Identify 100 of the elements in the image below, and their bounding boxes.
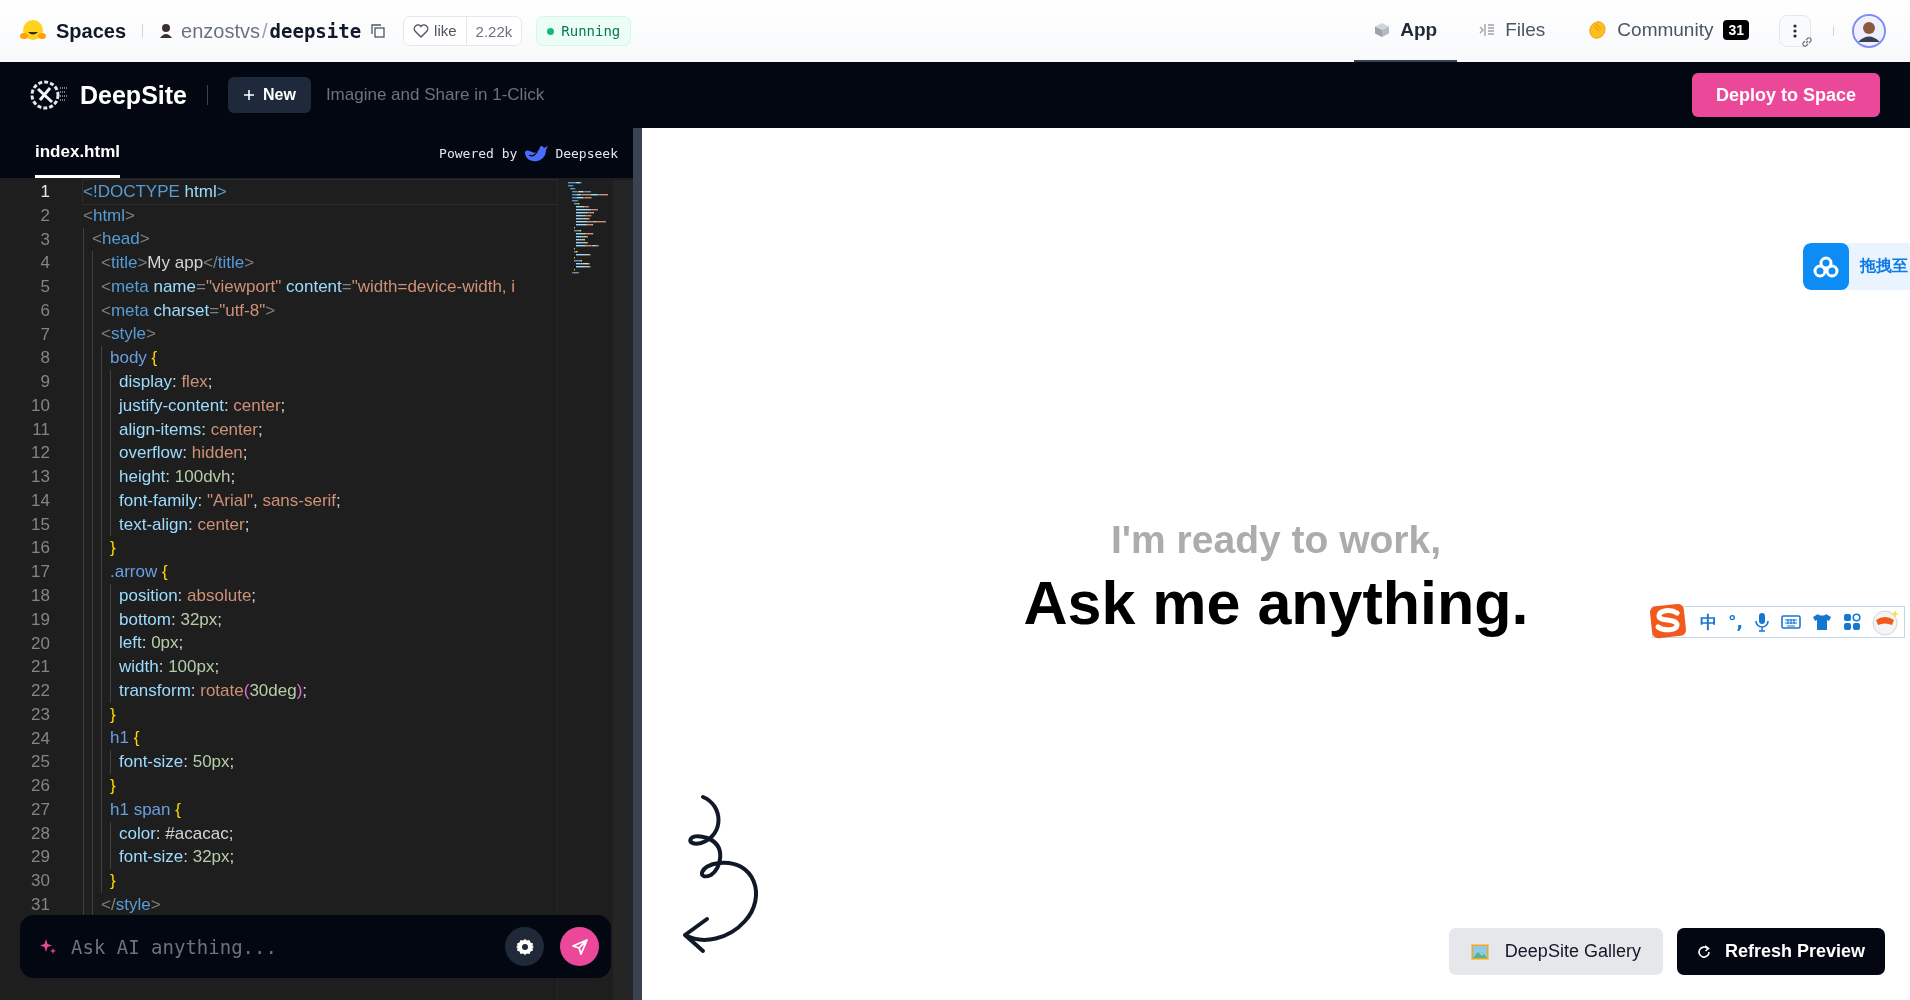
code-line: font-family: "Arial", sans-serif; (119, 489, 341, 512)
editor-scrollbar[interactable] (613, 180, 633, 1000)
line-number: 20 (30, 632, 50, 655)
code-line: <meta charset="utf-8"> (101, 299, 276, 322)
line-number: 14 (30, 489, 50, 512)
code-line: display: flex; (119, 371, 213, 393)
send-icon (570, 937, 589, 956)
line-number: 4 (39, 252, 50, 275)
line-number: 9 (39, 371, 50, 394)
grid-icon[interactable] (1843, 613, 1861, 631)
deploy-button[interactable]: Deploy to Space (1691, 73, 1880, 117)
line-number: 24 (30, 727, 50, 750)
drop-target-widget[interactable]: 拖拽至 (1803, 243, 1910, 290)
plus-icon (243, 89, 255, 101)
gallery-button[interactable]: DeepSite Gallery (1448, 928, 1663, 975)
code-line: } (110, 537, 116, 560)
cube-icon (1374, 22, 1391, 38)
send-button[interactable] (560, 927, 599, 966)
ime-toggle[interactable]: °, (1728, 612, 1743, 632)
code-line: font-size: 50px; (119, 751, 235, 774)
code-line: } (110, 703, 116, 726)
logo-icon (30, 80, 70, 110)
code-line: h1 span { (110, 798, 181, 821)
mascot-icon[interactable] (1872, 608, 1900, 636)
code-line: .arrow { (110, 561, 168, 584)
refresh-icon (1696, 944, 1711, 959)
tagline: Imagine and Share in 1-Click (325, 85, 545, 105)
line-number: 28 (30, 822, 50, 845)
line-number: 10 (30, 394, 50, 417)
code-line: body { (110, 347, 158, 370)
line-number: 31 (30, 893, 50, 916)
preview-subtitle: I'm ready to work, (1110, 518, 1441, 562)
line-number: 25 (30, 751, 50, 774)
more-icon (1793, 24, 1797, 38)
like-button[interactable]: like 2.22k (403, 16, 523, 46)
code-line: h1 { (110, 727, 140, 750)
line-number: 30 (30, 870, 50, 893)
prompt-field[interactable]: Ask AI anything... (20, 915, 611, 978)
status-badge: Running (536, 16, 632, 46)
shirt-icon[interactable] (1812, 613, 1832, 631)
line-number: 12 (30, 442, 50, 465)
line-number: 18 (30, 585, 50, 607)
copy-icon (371, 24, 386, 38)
nav-tab[interactable]: Files (1459, 0, 1566, 62)
code-line: transform: rotate(30deg); (119, 679, 308, 702)
brand-name: DeepSite (80, 80, 187, 110)
repo-name[interactable]: deepsite (269, 19, 362, 42)
code-line: <title>My app</title> (101, 252, 255, 275)
path-separator: / (262, 19, 268, 43)
keyboard-icon[interactable] (1781, 614, 1801, 630)
owner-link[interactable]: enzostvs (181, 19, 260, 43)
line-number: 8 (39, 347, 50, 370)
line-number: 15 (30, 513, 50, 536)
code-line: bottom: 32px; (119, 608, 223, 631)
line-number: 19 (30, 608, 50, 631)
picture-frame-icon (1470, 943, 1489, 960)
user-avatar[interactable] (1852, 14, 1886, 48)
resize-handle[interactable] (633, 128, 642, 1000)
code-line: <style> (101, 323, 156, 346)
file-tab[interactable]: index.html (35, 128, 120, 178)
code-line: height: 100dvh; (119, 466, 236, 489)
code-line: <html> (83, 204, 135, 227)
copy-button[interactable] (369, 22, 388, 40)
line-number: 5 (39, 276, 50, 299)
nav-tab[interactable]: Community 31 (1567, 0, 1769, 62)
code-line: left: 0px; (119, 632, 184, 655)
avatar-icon (159, 23, 174, 39)
code-line: <!DOCTYPE html> (83, 180, 227, 203)
preview-heading: Ask me anything. (1023, 568, 1529, 638)
ime-toggle[interactable]: 中 (1700, 610, 1718, 634)
whale-icon (523, 143, 550, 163)
like-count[interactable]: 2.22k (466, 22, 522, 40)
line-number: 29 (30, 846, 50, 869)
line-number: 23 (30, 703, 50, 726)
powered-by-label: Powered by (439, 145, 518, 161)
code-line: <head> (92, 228, 150, 251)
count-badge: 31 (1723, 20, 1749, 40)
spaces-link[interactable]: Spaces (56, 19, 127, 43)
line-number: 13 (30, 466, 50, 489)
prompt-input[interactable]: Ask AI anything... (69, 934, 493, 959)
more-button[interactable] (1779, 15, 1811, 47)
code-line: position: absolute; (119, 584, 257, 607)
code-line: </style> (101, 893, 161, 916)
code-line: color: #acacac; (119, 822, 234, 845)
code-line: align-items: center; (119, 418, 263, 441)
microphone-icon[interactable] (1754, 612, 1770, 632)
link-icon (1801, 36, 1813, 48)
refresh-button[interactable]: Refresh Preview (1676, 928, 1885, 975)
line-number: 26 (30, 775, 50, 798)
new-button[interactable]: New (228, 77, 311, 113)
avatar-icon (1854, 16, 1884, 46)
drop-target-label: 拖拽至 (1858, 256, 1908, 276)
line-number: 11 (31, 418, 50, 441)
file-list-icon (1479, 23, 1496, 37)
provider-name: Deepseek (555, 145, 618, 161)
line-number: 22 (30, 680, 50, 703)
settings-button[interactable] (505, 927, 544, 966)
line-number: 3 (39, 228, 50, 251)
heart-icon (413, 24, 430, 38)
status-dot (547, 27, 555, 35)
